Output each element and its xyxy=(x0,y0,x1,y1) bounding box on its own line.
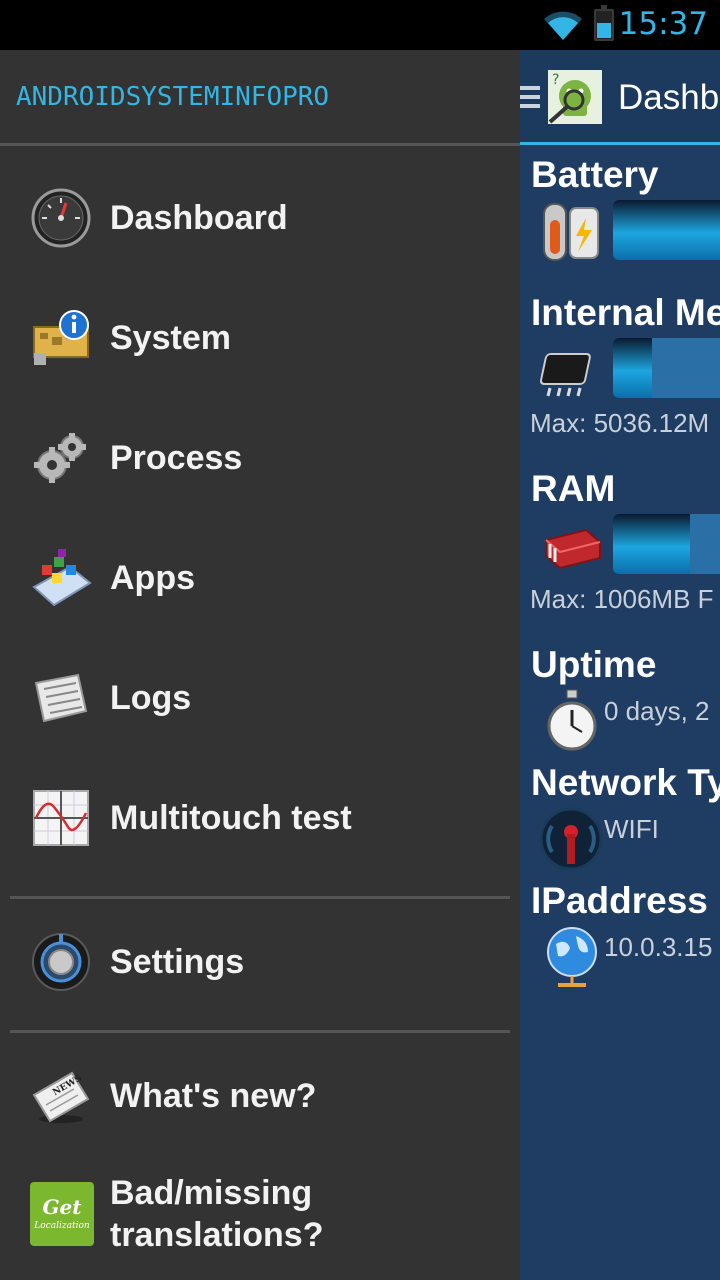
drawer-item-process[interactable]: Process xyxy=(0,402,520,512)
drawer-item-logs[interactable]: Logs xyxy=(0,642,520,752)
drawer-indicator-icon[interactable] xyxy=(520,86,540,113)
battery-level-bar xyxy=(613,200,720,260)
stopwatch-icon xyxy=(547,689,597,751)
navigation-drawer: ANDROIDSYSTEMINFOPRO Dashboard System Pr… xyxy=(0,50,520,1280)
ram-module-icon xyxy=(545,528,601,570)
network-type-value: WIFI xyxy=(604,814,659,844)
globe-network-icon xyxy=(547,927,597,987)
apps-icon xyxy=(32,549,92,607)
drawer-item-label-line1: Bad/missing xyxy=(110,1174,313,1212)
drawer-item-multitouch-test[interactable]: Multitouch test xyxy=(0,762,520,872)
drawer-item-label: System xyxy=(110,319,231,357)
internal-memory-title: Internal Me xyxy=(531,292,720,333)
svg-text:Localization: Localization xyxy=(33,1221,90,1231)
svg-text:?: ? xyxy=(552,72,559,88)
logs-icon xyxy=(34,673,88,723)
internal-memory-max: Max: 5036.12M xyxy=(530,408,710,438)
ram-max: Max: 1006MB F xyxy=(530,584,714,614)
drawer-item-label: Process xyxy=(110,439,243,477)
svg-text:Get: Get xyxy=(42,1195,82,1219)
drawer-item-label: What's new? xyxy=(110,1077,317,1115)
newspaper-icon: NEWS xyxy=(32,1071,90,1123)
ip-address-title: IPaddress xyxy=(531,880,708,921)
drawer-item-translations[interactable]: Get Localization Bad/missing translation… xyxy=(0,1160,520,1280)
action-bar: ? Dashb xyxy=(520,50,720,145)
app-logo-icon[interactable]: ? xyxy=(544,66,606,128)
app-brand: ANDROIDSYSTEMINFOPRO xyxy=(16,82,330,112)
battery-icon xyxy=(594,5,614,41)
wifi-icon xyxy=(544,11,582,40)
multitouch-graph-icon xyxy=(33,790,89,846)
drawer-item-label: Settings xyxy=(110,943,245,981)
drawer-header: ANDROIDSYSTEMINFOPRO xyxy=(0,50,520,143)
ram-bar xyxy=(613,514,720,574)
chip-icon xyxy=(540,353,591,397)
clock: 15:37 xyxy=(618,6,708,42)
network-type-title: Network Ty xyxy=(531,762,720,803)
dashboard-content: ? Dashb Battery Internal Me Max: 5036.12… xyxy=(520,50,720,1280)
uptime-value: 0 days, 2 xyxy=(604,696,710,726)
status-bar: 15:37 xyxy=(0,0,720,50)
drawer-item-label-line2: translations? xyxy=(110,1216,324,1254)
drawer-item-settings[interactable]: Settings xyxy=(0,906,520,1016)
action-bar-title: Dashb xyxy=(618,78,720,117)
uptime-title: Uptime xyxy=(531,644,657,685)
drawer-item-label: Apps xyxy=(110,559,195,597)
get-localization-icon: Get Localization xyxy=(30,1182,94,1246)
drawer-item-label: Multitouch test xyxy=(110,799,352,837)
drawer-item-dashboard[interactable]: Dashboard xyxy=(0,162,520,272)
drawer-item-system[interactable]: System xyxy=(0,282,520,392)
battery-title: Battery xyxy=(531,154,659,195)
internal-memory-bar xyxy=(613,338,720,398)
drawer-item-whats-new[interactable]: NEWS What's new? xyxy=(0,1040,520,1150)
antenna-icon xyxy=(539,807,603,871)
drawer-item-label: Dashboard xyxy=(110,199,288,237)
gears-icon xyxy=(34,433,86,483)
drawer-item-apps[interactable]: Apps xyxy=(0,522,520,632)
settings-knob-icon xyxy=(32,933,90,991)
drawer-item-label: Logs xyxy=(110,679,192,717)
gauge-icon xyxy=(31,188,91,248)
system-info-icon xyxy=(33,310,89,365)
ram-title: RAM xyxy=(531,468,616,509)
drawer-header-divider xyxy=(0,143,520,146)
drawer-divider xyxy=(10,1030,510,1033)
drawer-divider xyxy=(10,896,510,899)
battery-level-icon xyxy=(543,203,599,261)
ip-address-value: 10.0.3.15 xyxy=(604,932,713,962)
